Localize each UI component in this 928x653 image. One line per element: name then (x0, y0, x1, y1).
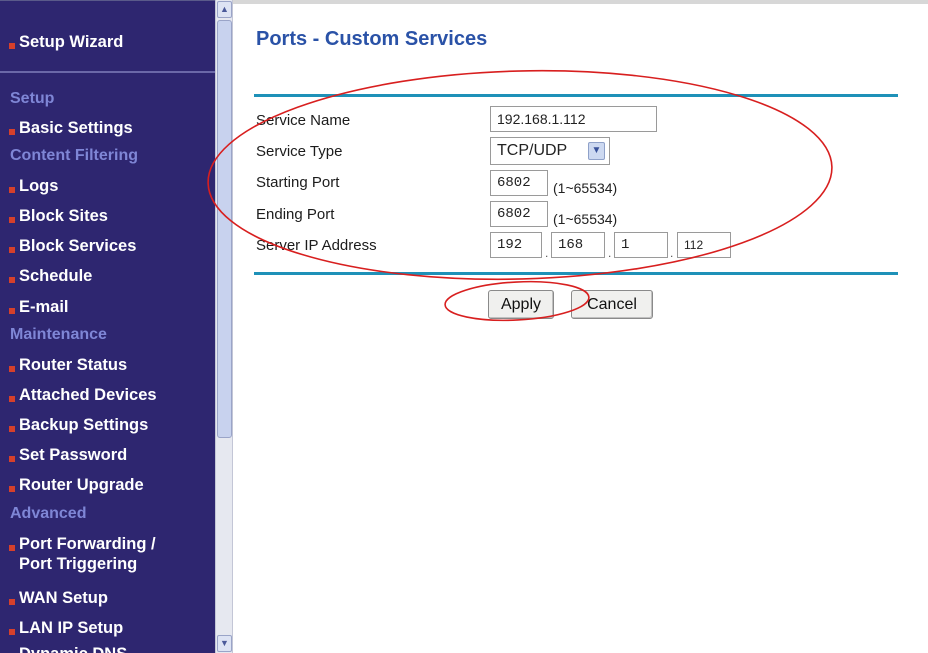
service-type-select[interactable]: TCP/UDP ▼ (490, 137, 610, 165)
sidebar-item-label: Block Services (19, 237, 137, 255)
sidebar-item-label: Backup Settings (19, 416, 149, 434)
starting-port-input[interactable] (490, 170, 548, 196)
sidebar-item-logs[interactable]: Logs (9, 176, 58, 196)
bullet-icon (9, 396, 15, 402)
sidebar-item-backup-settings[interactable]: Backup Settings (9, 415, 148, 435)
service-type-label: Service Type (256, 143, 343, 160)
sidebar-item-router-status[interactable]: Router Status (9, 355, 127, 375)
ip-octet-3-input[interactable] (614, 232, 668, 258)
ip-dot-1: . (545, 246, 549, 260)
sidebar-item-label: Router Status (19, 356, 128, 374)
sidebar-item-label: LAN IP Setup (19, 619, 124, 637)
sidebar-item-label: Attached Devices (19, 386, 157, 404)
apply-button[interactable]: Apply (488, 290, 554, 319)
sidebar-item-label: Setup Wizard (19, 33, 124, 51)
bullet-icon (9, 426, 15, 432)
ip-octet-4-input[interactable] (677, 232, 731, 258)
bullet-icon (9, 277, 15, 283)
sidebar-item-label: Dynamic DNS (19, 644, 127, 653)
bullet-icon (9, 486, 15, 492)
bullet-icon (9, 599, 15, 605)
bullet-icon (9, 187, 15, 193)
bullet-icon (9, 43, 15, 49)
sidebar-section-setup: Setup (10, 90, 55, 107)
bullet-icon (9, 545, 15, 551)
starting-port-label: Starting Port (256, 174, 340, 191)
sidebar-item-block-services[interactable]: Block Services (9, 236, 136, 256)
ip-octet-1-input[interactable] (490, 232, 542, 258)
sidebar-item-wan-setup[interactable]: WAN Setup (9, 588, 108, 608)
sidebar-item-basic-settings[interactable]: Basic Settings (9, 118, 133, 138)
sidebar-nav: Setup Wizard Setup Basic Settings Content F… (0, 0, 215, 653)
divider-bottom (254, 272, 898, 275)
sidebar-item-label: Set Password (19, 446, 128, 464)
sidebar-section-maintenance: Maintenance (10, 326, 107, 343)
ip-dot-3: . (670, 246, 674, 260)
bullet-icon (9, 366, 15, 372)
divider-top (254, 94, 898, 97)
sidebar-item-schedule[interactable]: Schedule (9, 266, 92, 286)
service-type-value: TCP/UDP (497, 142, 568, 159)
sidebar-item-port-forwarding-port-triggering[interactable]: Port Forwarding / Port Triggering (9, 534, 156, 574)
ip-dot-2: . (608, 246, 612, 260)
sidebar-divider (0, 71, 215, 73)
cancel-button[interactable]: Cancel (571, 290, 653, 319)
sidebar-item-router-upgrade[interactable]: Router Upgrade (9, 475, 144, 495)
ip-octet-2-input[interactable] (551, 232, 605, 258)
service-name-input[interactable] (490, 106, 657, 132)
sidebar-item-label: Logs (19, 177, 59, 195)
sidebar-item-lan-ip-setup[interactable]: LAN IP Setup (9, 618, 123, 638)
sidebar-item-label: Router Upgrade (19, 476, 144, 494)
scroll-down-arrow-icon[interactable]: ▼ (217, 635, 232, 652)
ending-port-range: (1~65534) (553, 211, 618, 227)
sidebar-item-label: WAN Setup (19, 589, 108, 607)
main-top-border (233, 0, 928, 4)
sidebar-item-setup-wizard[interactable]: Setup Wizard (9, 32, 123, 52)
sidebar-item-label: Block Sites (19, 207, 108, 225)
sidebar-section-content-filtering: Content Filtering (10, 147, 138, 164)
sidebar-scrollbar[interactable]: ▲ ▼ (215, 0, 233, 653)
service-name-label: Service Name (256, 112, 351, 129)
sidebar-item-set-password[interactable]: Set Password (9, 445, 127, 465)
bullet-icon (9, 217, 15, 223)
sidebar-section-advanced: Advanced (10, 505, 87, 522)
bullet-icon (9, 129, 15, 135)
starting-port-range: (1~65534) (553, 180, 618, 196)
sidebar-item-label: Port Forwarding / Port Triggering (19, 535, 156, 573)
bullet-icon (9, 456, 15, 462)
page-title: Ports - Custom Services (256, 28, 488, 50)
chevron-down-icon: ▼ (588, 142, 605, 160)
sidebar-item-label: Schedule (19, 267, 93, 285)
sidebar-item-dynamic-dns[interactable]: Dynamic DNS (9, 644, 127, 653)
sidebar-item-label: E-mail (19, 298, 69, 316)
scrollbar-thumb[interactable] (217, 20, 232, 438)
sidebar-item-attached-devices[interactable]: Attached Devices (9, 385, 157, 405)
bullet-icon (9, 247, 15, 253)
ending-port-input[interactable] (490, 201, 548, 227)
sidebar-item-label: Basic Settings (19, 119, 133, 137)
bullet-icon (9, 629, 15, 635)
server-ip-label: Server IP Address (256, 237, 377, 254)
ending-port-label: Ending Port (256, 206, 335, 223)
sidebar-item-e-mail[interactable]: E-mail (9, 297, 69, 317)
sidebar-item-block-sites[interactable]: Block Sites (9, 206, 108, 226)
bullet-icon (9, 308, 15, 314)
scroll-up-arrow-icon[interactable]: ▲ (217, 1, 232, 18)
